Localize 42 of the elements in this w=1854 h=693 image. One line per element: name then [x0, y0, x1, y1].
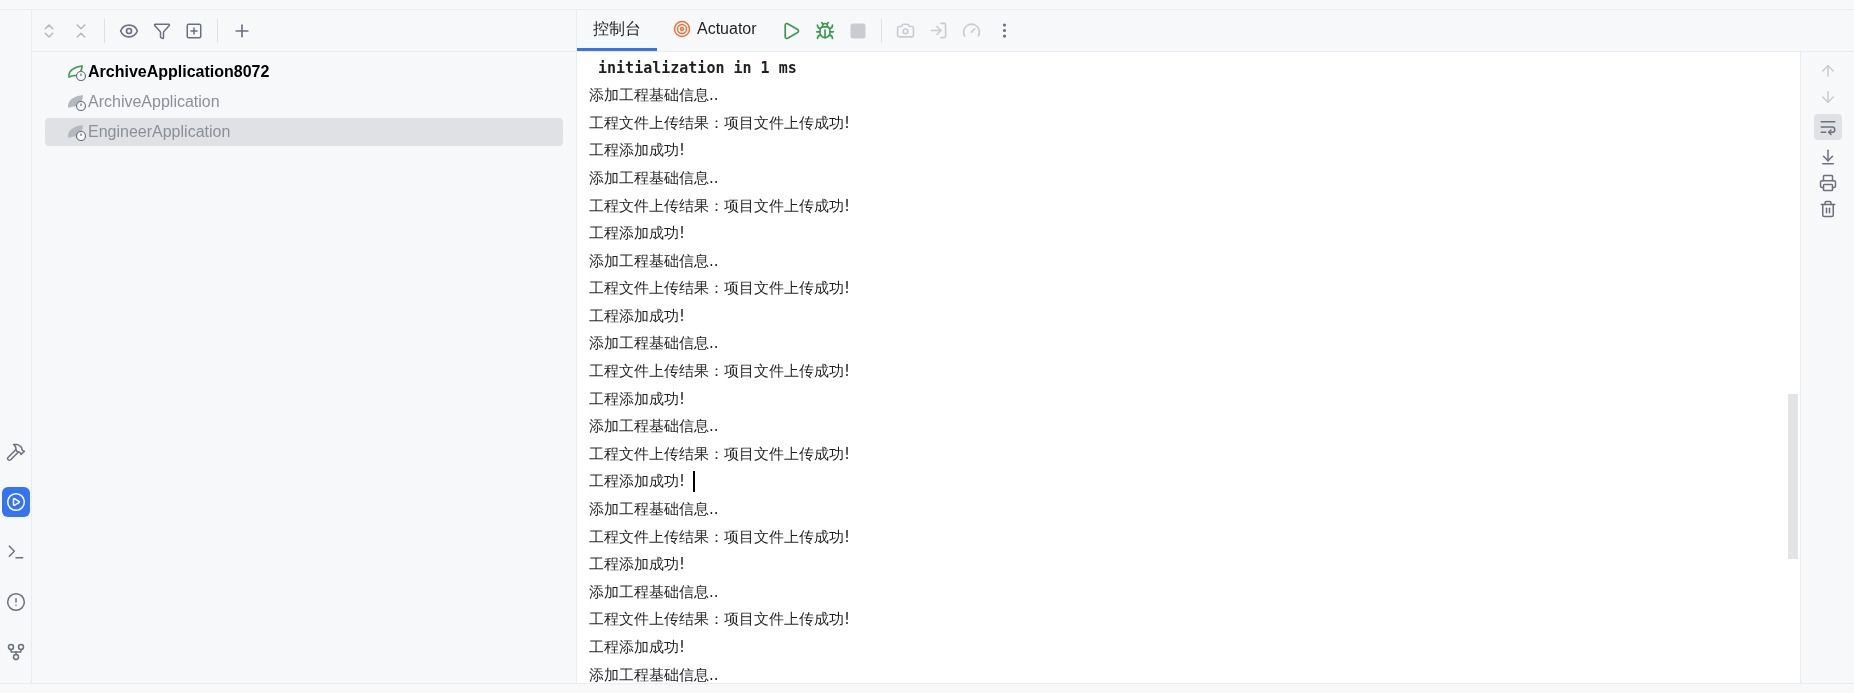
console-line: 工程文件上传结果：项目文件上传成功! — [589, 361, 850, 383]
console-line: 工程添加成功! — [589, 471, 685, 493]
console-line: 工程添加成功! — [589, 140, 685, 162]
soft-wrap-button[interactable] — [1813, 114, 1842, 140]
service-item[interactable]: ArchiveApplication8072 — [45, 58, 563, 86]
console-line: 添加工程基础信息.. — [589, 333, 719, 355]
branch-icon — [5, 642, 26, 662]
console-line: 添加工程基础信息.. — [589, 664, 719, 683]
console-line: 工程文件上传结果：项目文件上传成功! — [589, 443, 850, 465]
spring-leaf-icon — [67, 93, 87, 111]
filter-icon[interactable] — [153, 21, 171, 40]
console-line: 工程添加成功! — [589, 554, 685, 576]
wrap-icon — [1818, 118, 1837, 136]
console-line: 工程文件上传结果：项目文件上传成功! — [589, 195, 850, 217]
scrollbar-thumb[interactable] — [1788, 394, 1798, 559]
console-line: 工程文件上传结果：项目文件上传成功! — [589, 609, 850, 631]
alert-icon — [5, 592, 26, 612]
bug-icon[interactable] — [814, 20, 835, 41]
console-line: 工程添加成功! — [589, 223, 685, 245]
console-line: 添加工程基础信息.. — [589, 250, 719, 272]
console-line: 工程添加成功! — [589, 388, 685, 410]
console-line: initialization in 1 ms — [597, 57, 797, 79]
trash-icon[interactable] — [1818, 200, 1837, 218]
spring-leaf-icon — [67, 63, 87, 81]
console-line: 添加工程基础信息.. — [589, 581, 719, 603]
console-line: 添加工程基础信息.. — [589, 499, 719, 521]
hammer-icon — [5, 442, 26, 462]
run-tool-button[interactable] — [1, 487, 30, 517]
console-line: 工程文件上传结果：项目文件上传成功! — [589, 526, 850, 548]
print-icon[interactable] — [1818, 174, 1837, 192]
spring-leaf-icon — [67, 123, 87, 141]
console-line: 工程文件上传结果：项目文件上传成功! — [589, 278, 850, 300]
target-icon — [673, 20, 691, 38]
console-line: 添加工程基础信息.. — [589, 167, 719, 189]
run-icon — [5, 492, 26, 512]
console-line: 添加工程基础信息.. — [589, 85, 719, 107]
console-line: 工程添加成功! — [589, 305, 685, 327]
console-tab[interactable]: Actuator — [657, 10, 773, 51]
console-line: 工程添加成功! — [589, 637, 685, 658]
console-line: 工程文件上传结果：项目文件上传成功! — [589, 112, 850, 134]
add-group-icon[interactable] — [185, 21, 203, 40]
console-line: 添加工程基础信息.. — [589, 416, 719, 438]
